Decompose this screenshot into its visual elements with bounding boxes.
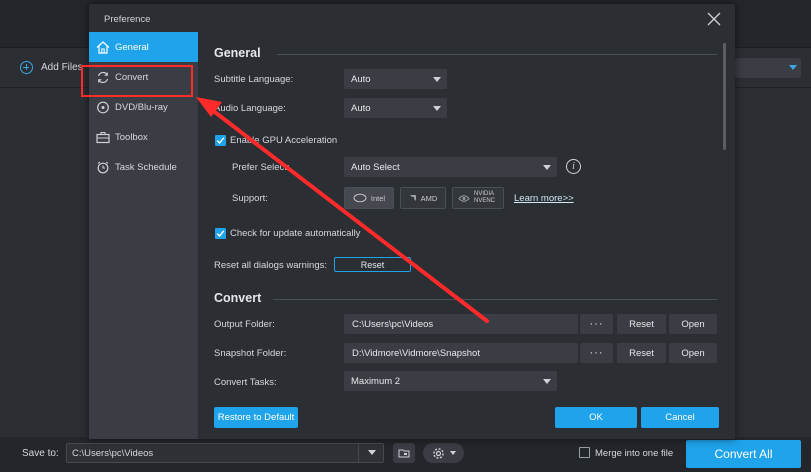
annotation-arrow [196,97,489,323]
